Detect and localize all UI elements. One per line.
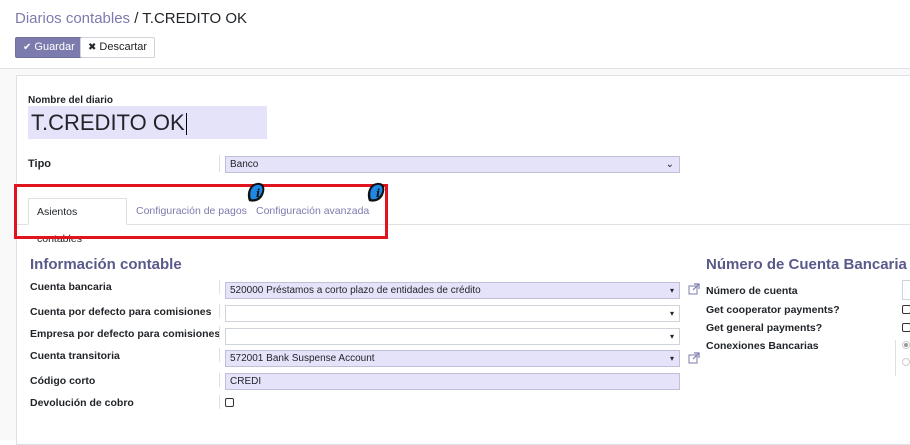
chevron-down-icon: ⌄ [665,159,674,170]
info-badge-icon: i [247,182,265,202]
journal-name-label: Nombre del diario [28,95,114,106]
codigo-corto-input[interactable]: CREDI [225,373,680,390]
row-label-empresa-comisiones: Empresa por defecto para comisiones [30,328,221,340]
bank-section-title: Número de Cuenta Bancaria [706,256,907,273]
chevron-down-icon: ▾ [669,309,674,318]
general-payments-checkbox[interactable] [902,323,910,332]
journal-name-value: T.CREDITO OK [31,110,185,135]
check-icon: ✔ [23,42,32,53]
row-label-cuenta-bancaria: Cuenta bancaria [30,281,112,293]
chevron-down-icon: ▾ [669,286,674,295]
tipo-label: Tipo [28,158,52,170]
info-badge-icon: i [367,182,385,202]
breadcrumb-parent-link[interactable]: Diarios contables [15,10,130,27]
conexiones-radio-option[interactable] [902,358,910,366]
cuenta-bancaria-value: 520000 Préstamos a corto plazo de entida… [230,285,481,296]
cuenta-transitoria-value: 572001 Bank Suspense Account [230,353,375,364]
info-section-title: Información contable [30,256,182,273]
devolucion-cobro-checkbox[interactable] [225,398,234,407]
row-label-cooperator-payments: Get cooperator payments? [706,304,840,316]
save-button-label: Guardar [34,41,75,53]
row-label-devolucion-cobro: Devolución de cobro [30,397,134,409]
codigo-corto-value: CREDI [230,376,262,387]
row-label-conexiones-bancarias: Conexiones Bancarias [706,340,819,352]
field-separator [219,373,220,387]
svg-text:i: i [376,187,380,200]
field-separator [219,395,220,409]
row-label-codigo-corto: Código corto [30,375,96,387]
row-label-general-payments: Get general payments? [706,322,823,334]
journal-name-input[interactable]: T.CREDITO OK [28,106,267,139]
cuenta-transitoria-select[interactable]: 572001 Bank Suspense Account ▾ [225,350,680,367]
radio-dot [904,343,908,347]
breadcrumb-separator: / [130,10,143,27]
conexiones-radio-selected[interactable] [902,341,910,349]
highlight-box [14,184,388,239]
chevron-down-icon: ▾ [669,332,674,341]
cuenta-comisiones-select[interactable]: ▾ [225,305,680,322]
text-caret [185,113,187,136]
discard-button[interactable]: ✖ Descartar [80,37,156,58]
field-separator [895,340,896,376]
svg-text:i: i [256,187,260,200]
empresa-comisiones-select[interactable]: ▾ [225,328,680,345]
field-separator [219,326,220,340]
row-label-numero-cuenta: Número de cuenta [706,285,798,297]
numero-cuenta-input[interactable] [902,280,910,300]
discard-button-label: Descartar [99,41,148,53]
row-label-cuenta-comisiones: Cuenta por defecto para comisiones [30,306,212,318]
external-link-icon[interactable] [688,352,700,364]
field-separator [219,280,220,294]
save-button[interactable]: ✔ Guardar [15,37,83,58]
cuenta-bancaria-select[interactable]: 520000 Préstamos a corto plazo de entida… [225,282,680,299]
field-separator [219,304,220,318]
external-link-icon[interactable] [688,283,700,295]
breadcrumb: Diarios contables / T.CREDITO OK [15,10,247,27]
tipo-select[interactable]: Banco ⌄ [225,156,680,173]
control-panel: Diarios contables / T.CREDITO OK ✔ Guarda… [0,0,910,69]
field-separator [219,155,220,172]
chevron-down-icon: ▾ [669,354,674,363]
tipo-select-value: Banco [230,159,259,170]
field-separator [219,348,220,362]
close-icon: ✖ [88,42,97,53]
cooperator-payments-checkbox[interactable] [902,305,910,314]
row-label-cuenta-transitoria: Cuenta transitoria [30,350,120,362]
breadcrumb-current: T.CREDITO OK [142,10,248,27]
